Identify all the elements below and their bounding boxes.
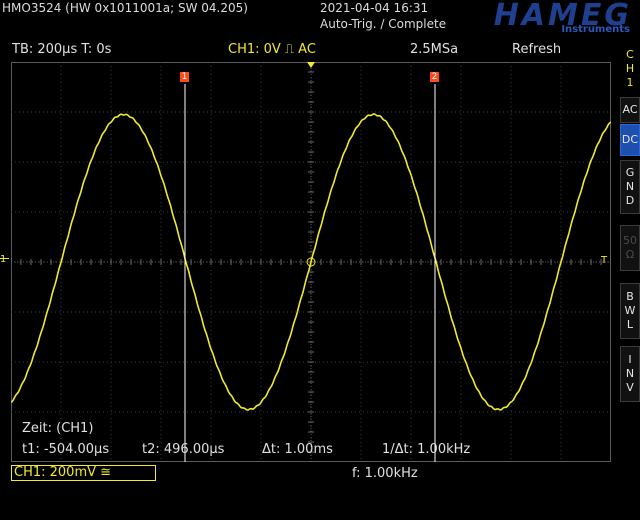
ground-marker-line: [0, 258, 9, 259]
ac-coupling-button[interactable]: AC: [620, 97, 640, 123]
trigger-readout[interactable]: CH1: 0V ⎍ AC: [228, 42, 316, 57]
frequency-readout: f: 1.00kHz: [352, 466, 418, 481]
device-info: HMO3524 (HW 0x1011001a; SW 04.205): [2, 1, 248, 15]
cursor-2-label[interactable]: 2: [430, 72, 439, 82]
timebase-readout[interactable]: TB: 200µs T: 0s: [12, 42, 111, 57]
trigger-level-marker[interactable]: T: [601, 255, 607, 266]
datetime: 2021-04-04 16:31: [320, 1, 429, 15]
ch1-ground-marker[interactable]: 1: [0, 254, 6, 265]
scope-display[interactable]: [11, 62, 611, 462]
bwl-button[interactable]: B W L: [620, 283, 640, 339]
channel-title-char: H: [625, 62, 635, 75]
50-ohm-button[interactable]: 50 Ω: [620, 225, 640, 271]
acquisition-mode[interactable]: Refresh: [512, 42, 561, 57]
50-ohm-label: 50 Ω: [623, 234, 637, 261]
sample-rate: 2.5MSa: [410, 42, 459, 57]
channel-menu-title: C H 1: [620, 48, 640, 90]
cursor-source: Zeit: (CH1): [22, 421, 94, 436]
inv-button[interactable]: I N V: [620, 346, 640, 402]
cursor-t1: t1: -504.00µs: [22, 442, 110, 457]
trigger-status: Auto-Trig. / Complete: [320, 17, 447, 31]
gnd-button[interactable]: G N D: [620, 160, 640, 214]
channel-title-char: C: [626, 48, 634, 61]
cursor-t2: t2: 496.00µs: [142, 442, 225, 457]
dc-label: DC: [621, 133, 639, 146]
inv-label: I N V: [625, 353, 635, 394]
cursor-inverse-delta-t: 1/Δt: 1.00kHz: [382, 442, 471, 457]
channel-title-char: 1: [626, 76, 634, 89]
gnd-label: G N D: [625, 166, 635, 207]
ac-label: AC: [622, 103, 638, 116]
bwl-label: B W L: [624, 290, 636, 331]
logo-subtitle: Instruments: [561, 24, 630, 35]
ch1-setting-box[interactable]: CH1: 200mV ≅: [11, 465, 156, 481]
hameg-logo: HAMEG Instruments: [452, 0, 638, 38]
dc-coupling-button[interactable]: DC: [620, 124, 640, 156]
trigger-position-marker: [307, 62, 315, 68]
cursor-delta-t: Δt: 1.00ms: [262, 442, 333, 457]
cursor-1-label[interactable]: 1: [180, 72, 189, 82]
